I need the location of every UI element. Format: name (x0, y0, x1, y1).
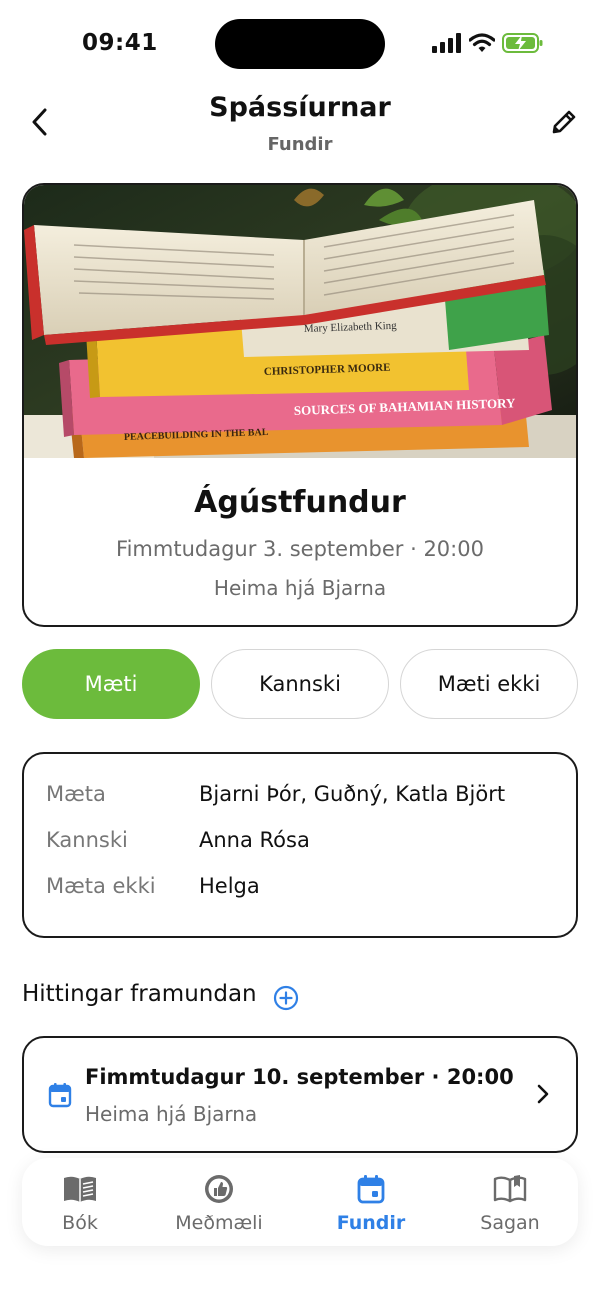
add-meeting-button[interactable] (273, 985, 299, 1011)
edit-button[interactable] (546, 104, 582, 140)
meeting-card: Mary Elizabeth King CHRISTOPHER MOORE SO… (22, 183, 578, 627)
calendar-icon (48, 1083, 72, 1108)
book-stack-image: Mary Elizabeth King CHRISTOPHER MOORE SO… (24, 185, 576, 458)
wifi-icon (469, 33, 495, 52)
meeting-datetime: Fimmtudagur 3. september · 20:00 (116, 537, 484, 561)
upcoming-meeting-location: Heima hjá Bjarna (85, 1102, 258, 1126)
rsvp-maybe-button[interactable]: Kannski (211, 649, 389, 719)
upcoming-meeting-title: Fimmtudagur 10. september · 20:00 (85, 1065, 514, 1089)
page-title: Spássíurnar (209, 92, 391, 123)
attendance-value: Helga (199, 874, 260, 898)
status-icons (432, 32, 544, 54)
attendance-label: Mæta (46, 782, 106, 806)
attendance-value: Bjarni Þór, Guðný, Katla Björt (199, 782, 506, 806)
tab-book[interactable]: Bók (40, 1158, 120, 1246)
battery-charging-icon (502, 33, 543, 53)
tab-label: Bók (62, 1212, 98, 1234)
meeting-location: Heima hjá Bjarna (213, 576, 387, 600)
tab-bar: Bók Meðmæli Fundir Sagan (22, 1158, 578, 1246)
attendance-label: Kannski (46, 828, 128, 852)
attendance-value: Anna Rósa (199, 828, 310, 852)
chevron-right-icon (537, 1084, 549, 1104)
plus-circle-icon (273, 985, 299, 1011)
rsvp-yes-button[interactable]: Mæti (22, 649, 200, 719)
dynamic-island (215, 19, 385, 69)
status-time: 09:41 (82, 30, 158, 56)
tab-label: Meðmæli (175, 1212, 263, 1234)
tab-recommendations[interactable]: Meðmæli (164, 1158, 274, 1246)
attendance-label: Mæta ekki (46, 874, 156, 898)
meeting-name: Ágústfundur (194, 485, 406, 520)
tab-history[interactable]: Sagan (470, 1158, 550, 1246)
upcoming-meeting-item[interactable]: Fimmtudagur 10. september · 20:00 Heima … (22, 1036, 578, 1153)
page-subtitle: Fundir (267, 134, 333, 155)
tab-label: Fundir (336, 1212, 406, 1234)
recommend-icon (205, 1175, 233, 1203)
open-book-icon (493, 1175, 527, 1203)
tab-label: Sagan (480, 1212, 540, 1234)
attendance-box: Mæta Bjarni Þór, Guðný, Katla Björt Kann… (22, 752, 578, 938)
calendar-icon (357, 1175, 385, 1204)
tab-meetings[interactable]: Fundir (331, 1158, 411, 1246)
book-icon (64, 1176, 96, 1202)
upcoming-section-title: Hittingar framundan (22, 981, 257, 1007)
rsvp-no-button[interactable]: Mæti ekki (400, 649, 578, 719)
pencil-icon (552, 110, 576, 134)
book-stack-illustration: Mary Elizabeth King CHRISTOPHER MOORE SO… (24, 185, 576, 458)
cellular-signal-icon (432, 33, 461, 53)
status-bar: 09:41 (0, 0, 600, 88)
